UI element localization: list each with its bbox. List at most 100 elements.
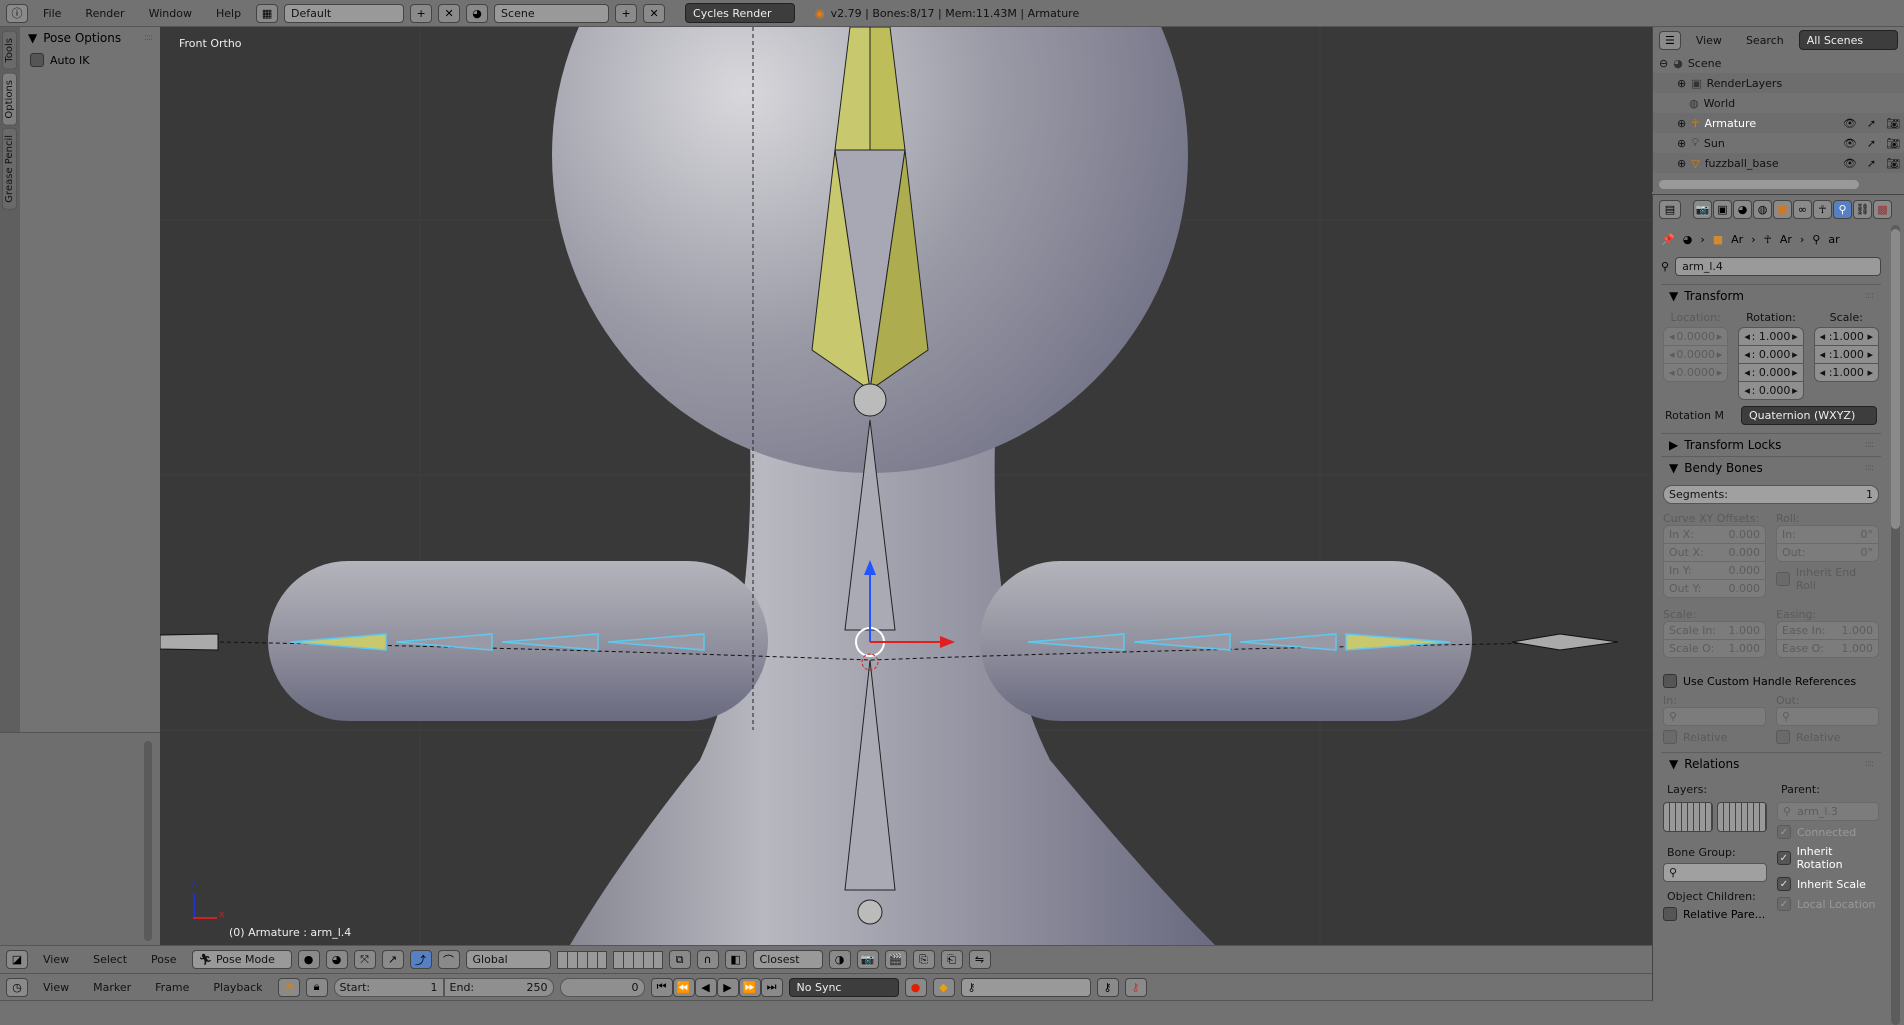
transform-locks-header[interactable]: ▶ Transform Locks:::: [1661,433,1881,456]
bone-layers-grid-1[interactable] [1663,802,1713,832]
bone-tab-icon[interactable]: ⚲ [1833,199,1852,219]
scrollbar[interactable] [144,741,152,941]
copy-pose-icon[interactable]: ⎘ [912,950,935,969]
layers-widget-2[interactable] [612,950,663,969]
number-field[interactable]: Scale O: 1.000 [1663,639,1766,658]
outliner-menu-search[interactable]: Search [1737,34,1793,47]
world-tab-icon[interactable]: ◍ [1753,199,1772,219]
pivot-icon[interactable]: ◕ [325,950,348,969]
eye-icon[interactable]: 👁︎ [1843,137,1857,150]
auto-ik-row[interactable]: Auto IK [20,49,160,71]
expand-icon[interactable]: ⊕ [1677,117,1686,130]
collapse-icon[interactable]: ⊖ [1659,57,1668,70]
editor-type-icon[interactable]: ◪ [6,950,28,969]
decrement-arrow-icon[interactable]: ◂ [1820,330,1826,343]
handle-out-field[interactable]: ⚲ [1776,707,1879,726]
play-reverse-icon[interactable]: ◀ [694,977,717,997]
outliner-item[interactable]: ⊕ ▣ RenderLayers [1653,73,1904,93]
timeline-menu-playback[interactable]: Playback [204,981,271,994]
bone-layers-grid-2[interactable] [1717,802,1767,832]
properties-scrollbar[interactable] [1891,225,1900,1025]
translate-icon[interactable]: ↗ [381,950,404,969]
tab-options[interactable]: Options [2,72,17,126]
decrement-arrow-icon[interactable]: ◂ [1669,330,1675,343]
local-location-checkbox[interactable]: ✓ [1777,897,1791,911]
number-field[interactable]: In X: 0.000 [1663,525,1766,544]
current-frame-field[interactable]: 0 [559,977,645,997]
decrement-arrow-icon[interactable]: ◂ [1820,348,1826,361]
timeline-menu-marker[interactable]: Marker [84,981,140,994]
increment-arrow-icon[interactable]: ▸ [1717,348,1723,361]
outliner-editor-icon[interactable]: ☰ [1659,30,1681,50]
sync-select[interactable]: No Sync [788,977,899,997]
inherit-rotation-checkbox[interactable]: ✓ [1777,851,1791,865]
camera-icon[interactable]: 📷︎ [1886,137,1900,150]
tab-tools[interactable]: Tools [2,31,17,70]
camera-icon[interactable]: 📷︎ [1886,117,1900,130]
info-editor-icon[interactable]: ⓘ [6,3,28,23]
increment-arrow-icon[interactable]: ▸ [1792,330,1798,343]
scale-icon[interactable]: ⌒ [437,950,460,969]
delete-keyframe-icon[interactable]: ⚷ [1124,977,1147,997]
object-tab-icon[interactable]: ■ [1773,199,1792,219]
menu-select[interactable]: Select [84,953,136,966]
number-field[interactable]: ◂: 0.000 ▸ [1738,381,1804,400]
timeline-editor-icon[interactable]: ◷ [6,977,28,997]
scene-tab-icon[interactable]: ◕ [1733,199,1752,219]
number-field[interactable]: Scale In: 1.000 [1663,621,1766,640]
parent-field[interactable]: ⚲ arm_l.3 [1777,802,1879,821]
expand-icon[interactable]: ⊕ [1677,77,1686,90]
record-icon[interactable]: ● [904,977,927,997]
relative-out-checkbox[interactable] [1776,730,1790,744]
render-tab-icon[interactable]: 📷 [1693,199,1712,219]
segments-field[interactable]: Segments: 1 [1663,485,1879,504]
increment-arrow-icon[interactable]: ▸ [1867,330,1873,343]
renderlayers-tab-icon[interactable]: ▣ [1713,199,1732,219]
decrement-arrow-icon[interactable]: ◂ [1669,366,1675,379]
connected-checkbox[interactable]: ✓ [1777,825,1791,839]
custom-handles-checkbox[interactable] [1663,674,1677,688]
constraints-tab-icon[interactable]: ∞ [1793,199,1812,219]
snap-align-icon[interactable]: ◑ [828,950,851,969]
jump-keyframe-forward-icon[interactable]: ⏩ [738,977,761,997]
render-still-icon[interactable]: 📷 [856,950,879,969]
layers-widget[interactable] [556,950,607,969]
auto-ik-checkbox[interactable] [30,53,44,67]
jump-start-icon[interactable]: ⏮ [650,977,673,997]
outliner-item[interactable]: ◍ World [1653,93,1904,113]
number-field[interactable]: ◂ 0.0000 ▸ [1663,327,1729,346]
paste-pose-icon[interactable]: ⎗ [940,950,963,969]
pin-icon[interactable]: 📌 [1661,233,1675,246]
add-layout-icon[interactable]: + [410,3,433,23]
add-scene-icon[interactable]: + [615,3,638,23]
insert-keyframe-icon[interactable]: ⚷ [1096,977,1119,997]
increment-arrow-icon[interactable]: ▸ [1717,366,1723,379]
keying-icon[interactable]: ◆ [932,977,955,997]
expand-icon[interactable]: ⊕ [1677,157,1686,170]
lock-layers-icon[interactable]: ⧉ [668,950,691,969]
number-field[interactable]: Out: 0° [1776,543,1879,562]
shading-icon[interactable]: ● [297,950,320,969]
expand-icon[interactable] [1677,97,1684,110]
eye-icon[interactable]: 👁︎ [1843,117,1857,130]
3d-viewport[interactable]: Front Ortho z x (0) Armature : arm_l.4 [160,27,1652,945]
eye-icon[interactable]: 👁︎ [1843,157,1857,170]
render-animation-icon[interactable]: 🎬 [884,950,907,969]
properties-editor-icon[interactable]: ▤ [1659,199,1681,219]
timeline-menu-frame[interactable]: Frame [146,981,198,994]
camera-icon[interactable]: 📷︎ [1886,157,1900,170]
outliner-item[interactable]: ⊖ ◕ Scene [1653,53,1904,73]
menu-window[interactable]: Window [140,7,201,20]
orientation-select[interactable]: Global [465,950,551,969]
cursor-icon[interactable]: ➚ [1867,137,1876,150]
cursor-icon[interactable]: ➚ [1867,117,1876,130]
decrement-arrow-icon[interactable]: ◂ [1744,366,1750,379]
remove-scene-icon[interactable]: ✕ [643,3,666,23]
outliner-item[interactable]: ⊕ ☥ Armature 👁︎ ➚ 📷︎ [1653,113,1904,133]
menu-render[interactable]: Render [76,7,133,20]
play-icon[interactable]: ▶ [716,977,739,997]
number-field[interactable]: ◂ 0.0000 ▸ [1663,363,1729,382]
snap-icon[interactable]: ∩ [696,950,719,969]
menu-file[interactable]: File [34,7,70,20]
decrement-arrow-icon[interactable]: ◂ [1820,366,1826,379]
